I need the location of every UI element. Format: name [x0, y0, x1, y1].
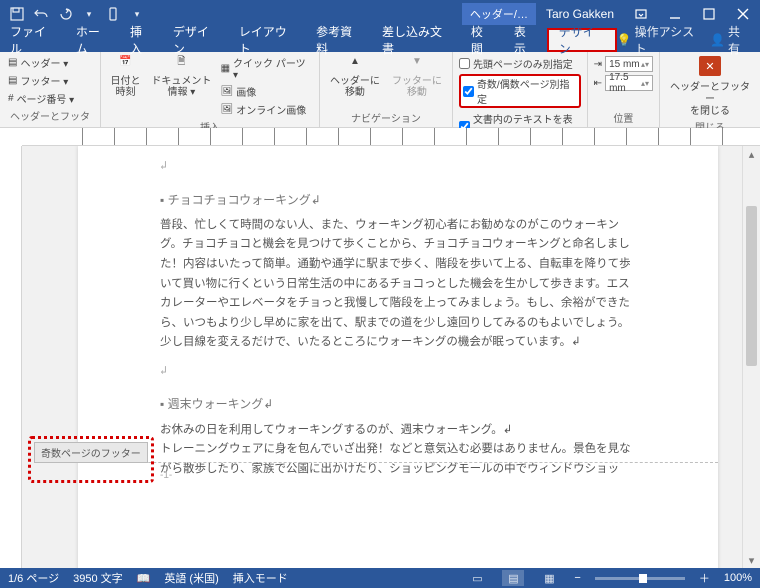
quick-access-toolbar: ▾ ▾: [0, 3, 148, 25]
tab-view[interactable]: 表示: [504, 28, 547, 52]
bulb-icon: 💡: [617, 33, 632, 47]
status-bar: 1/6 ページ 3950 文字 📖 英語 (米国) 挿入モード ▭ ▤ ▦ − …: [0, 568, 760, 588]
pictures-button[interactable]: 🖼画像: [219, 83, 313, 100]
footer-button[interactable]: ▤フッター ▾: [6, 72, 76, 89]
page-number-button[interactable]: #ページ番号 ▾: [6, 90, 76, 107]
goto-header-button[interactable]: ▲ヘッダーに 移動: [326, 54, 384, 100]
calendar-icon: 📅: [117, 56, 135, 74]
online-pictures-button[interactable]: 🖼オンライン画像: [219, 101, 313, 118]
read-mode-icon[interactable]: ▭: [466, 570, 488, 586]
footer-value[interactable]: -1-: [160, 470, 172, 481]
tab-review[interactable]: 校閲: [461, 28, 504, 52]
group-navigation: ▲ヘッダーに 移動 ▼フッターに 移動 ナビゲーション: [320, 52, 453, 127]
insert-mode[interactable]: 挿入モード: [233, 570, 288, 586]
goto-footer-icon: ▼: [408, 56, 426, 74]
scroll-thumb[interactable]: [746, 206, 757, 366]
tab-design[interactable]: デザイン: [163, 28, 229, 52]
top-margin-icon: ⇥: [594, 59, 602, 70]
bottom-margin-icon: ⇤: [594, 78, 602, 89]
share-icon: 👤: [710, 33, 725, 47]
header-icon: ▤: [8, 57, 17, 68]
group-label: 位置: [594, 109, 653, 127]
group-header-footer: ▤ヘッダー ▾ ▤フッター ▾ #ページ番号 ▾ ヘッダーとフッター: [0, 52, 101, 127]
tab-file[interactable]: ファイル: [0, 28, 66, 52]
odd-even-different-checkbox[interactable]: 奇数/偶数ページ別指定: [459, 74, 581, 108]
docinfo-icon: 🗎: [172, 56, 190, 74]
ribbon: ▤ヘッダー ▾ ▤フッター ▾ #ページ番号 ▾ ヘッダーとフッター 📅日付と …: [0, 52, 760, 128]
horizontal-ruler[interactable]: [22, 128, 760, 146]
page-indicator[interactable]: 1/6 ページ: [8, 570, 59, 586]
scroll-up-icon[interactable]: ▴: [743, 146, 760, 162]
doc-info-button[interactable]: 🗎ドキュメント 情報 ▾: [148, 54, 214, 100]
qat-custom-icon[interactable]: ▾: [126, 3, 148, 25]
online-pic-icon: 🖼: [221, 104, 234, 115]
zoom-in-icon[interactable]: ＋: [699, 570, 710, 586]
group-close: ✕ ヘッダーとフッターを閉じる 閉じる: [660, 52, 760, 127]
touch-mode-icon[interactable]: [102, 3, 124, 25]
web-layout-icon[interactable]: ▦: [538, 570, 560, 586]
redo-icon[interactable]: [54, 3, 76, 25]
word-count[interactable]: 3950 文字: [73, 570, 123, 586]
contextual-tab-label: ヘッダー/…: [462, 3, 536, 25]
date-time-button[interactable]: 📅日付と 時刻: [107, 54, 144, 100]
heading: ▪ 週末ウォーキング↲: [160, 394, 636, 414]
zoom-out-icon[interactable]: −: [574, 572, 580, 584]
spell-check-icon[interactable]: 📖: [137, 572, 151, 585]
zoom-level[interactable]: 100%: [724, 572, 752, 584]
body-text: お休みの日を利用してウォーキングするのが、週末ウォーキング。↲: [160, 421, 636, 441]
quick-parts-button[interactable]: ▦クイック パーツ ▾: [219, 54, 313, 82]
group-options: 先頭ページのみ別指定 奇数/偶数ページ別指定 文書内のテキストを表示 オプション: [453, 52, 588, 127]
undo-icon[interactable]: [30, 3, 52, 25]
tell-me[interactable]: 💡操作アシスト: [617, 23, 702, 57]
goto-footer-button[interactable]: ▼フッターに 移動: [388, 54, 446, 100]
tab-references[interactable]: 参考資料: [306, 28, 372, 52]
page[interactable]: ↲ ▪ チョコチョコウォーキング↲ 普段、忙しくて時間のない人、また、ウォーキン…: [78, 146, 718, 568]
group-label: ナビゲーション: [326, 109, 446, 127]
picture-icon: 🖼: [221, 86, 234, 97]
scroll-down-icon[interactable]: ▾: [743, 552, 760, 568]
share-button[interactable]: 👤共有: [710, 23, 750, 57]
group-position: ⇥15 mm▴▾ ⇤17.5 mm▴▾ 位置: [588, 52, 660, 127]
footer-label-callout: 奇数ページのフッター: [34, 442, 148, 463]
tab-hf-design[interactable]: デザイン: [547, 28, 617, 52]
document-area: ↲ ▪ チョコチョコウォーキング↲ 普段、忙しくて時間のない人、また、ウォーキン…: [22, 146, 742, 568]
qat-more-icon[interactable]: ▾: [78, 3, 100, 25]
tab-mailings[interactable]: 差し込み文書: [372, 28, 461, 52]
paragraph-mark: ↲: [160, 361, 636, 381]
footer-bottom-spinner[interactable]: ⇤17.5 mm▴▾: [594, 75, 653, 91]
body-text: トレーニングウェアに身を包んでいざ出発！などと意気込む必要はありません。景色を見…: [160, 440, 636, 479]
save-icon[interactable]: [6, 3, 28, 25]
header-top-spinner[interactable]: ⇥15 mm▴▾: [594, 56, 653, 72]
quickparts-icon: ▦: [221, 63, 230, 74]
close-hf-button[interactable]: ✕: [699, 56, 721, 76]
footer-icon: ▤: [8, 75, 17, 86]
heading: ▪ チョコチョコウォーキング↲: [160, 190, 636, 210]
vertical-ruler[interactable]: [0, 146, 22, 568]
group-insert: 📅日付と 時刻 🗎ドキュメント 情報 ▾ ▦クイック パーツ ▾ 🖼画像 🖼オン…: [101, 52, 320, 127]
language-indicator[interactable]: 英語 (米国): [164, 570, 218, 586]
tab-insert[interactable]: 挿入: [120, 28, 163, 52]
first-page-different-checkbox[interactable]: 先頭ページのみ別指定: [459, 56, 581, 71]
body-text: 普段、忙しくて時間のない人、また、ウォーキング初心者にお勧めなのがこのウォーキン…: [160, 216, 636, 353]
vertical-scrollbar[interactable]: ▴ ▾: [742, 146, 760, 568]
header-button[interactable]: ▤ヘッダー ▾: [6, 54, 76, 71]
paragraph-mark: ↲: [160, 156, 636, 176]
pageno-icon: #: [8, 93, 14, 104]
tab-layout[interactable]: レイアウト: [229, 28, 306, 52]
ribbon-tabs: ファイル ホーム 挿入 デザイン レイアウト 参考資料 差し込み文書 校閲 表示…: [0, 28, 760, 52]
goto-header-icon: ▲: [346, 56, 364, 74]
tab-home[interactable]: ホーム: [66, 28, 120, 52]
print-layout-icon[interactable]: ▤: [502, 570, 524, 586]
user-name[interactable]: Taro Gakken: [536, 7, 624, 21]
zoom-slider[interactable]: [595, 577, 685, 580]
